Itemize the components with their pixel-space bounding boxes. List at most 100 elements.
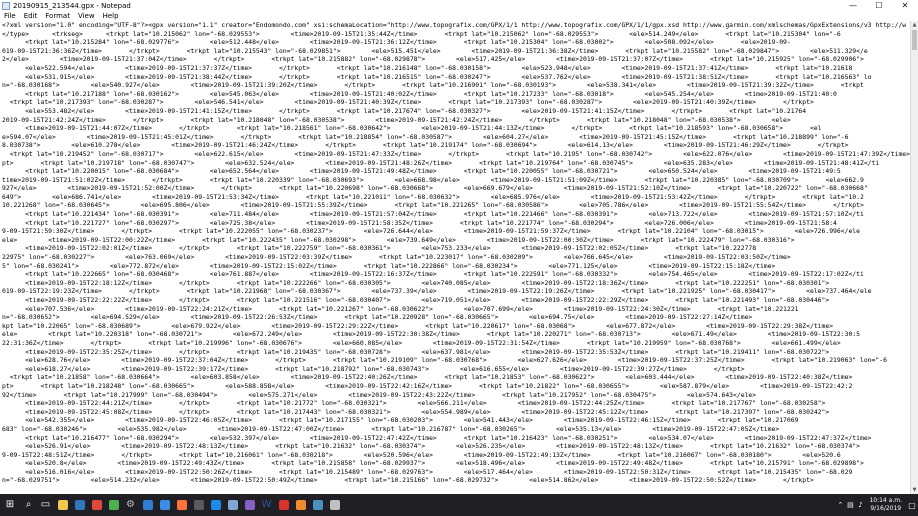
text-line: n="-68.030168"> <ele>540.927</ele> <time… <box>2 81 864 90</box>
menu-file[interactable]: File <box>0 12 20 20</box>
text-line: pt> <trkpt lat="10.218248" lon="-68.0306… <box>2 381 853 390</box>
close-button[interactable]: ✕ <box>892 0 918 11</box>
text-line: <ele>531.915</ele> <time>2019-09-15T21:3… <box>2 72 872 81</box>
app-circle-shape <box>193 500 204 510</box>
app-pen-icon[interactable] <box>326 494 343 516</box>
text-line: <trkpt lat="10.217188" lon="-68.030162">… <box>2 89 837 98</box>
notepad-app-shape <box>227 500 238 510</box>
scrollbar-thumb[interactable] <box>912 30 917 50</box>
minimize-button[interactable]: — <box>840 0 866 11</box>
tray-chevron-icon[interactable]: ⌃ <box>835 501 845 509</box>
windows-start-glyph: ⊞ <box>5 499 15 510</box>
text-line: 22:31:36Z</time> </trkpt> <trkpt lat="10… <box>2 338 841 347</box>
app-orange-shape <box>295 500 306 510</box>
network-icon[interactable]: ▤ <box>845 501 855 509</box>
text-line: 10.221268" lon="-68.030645"> <ele>695.80… <box>2 201 864 210</box>
app-circle-icon[interactable] <box>190 494 207 516</box>
chrome-shape <box>91 500 102 510</box>
notification-icon[interactable]: ▢ <box>906 501 918 510</box>
word-glyph: W <box>261 499 272 510</box>
text-line: <trkpt lat="10.216477" lon="-68.030294">… <box>2 433 872 442</box>
app-globe-icon[interactable] <box>139 494 156 516</box>
text-line: 9-09-15T22:48:51Z</time> </trkpt> <trkpt… <box>2 450 841 459</box>
window-controls: — ☐ ✕ <box>840 0 918 11</box>
visual-studio-icon[interactable] <box>241 494 258 516</box>
text-line: 683" lon="-68.030246"> <ele>535.982</ele… <box>2 424 780 433</box>
text-line: 22975" lon="-68.030227"> <ele>763.069</e… <box>2 253 791 262</box>
text-line: 649"> <ele>686.741</ele> <time>2019-09-1… <box>2 192 864 201</box>
text-line: 92</time> <trkpt lat="10.217999" lon="-6… <box>2 390 757 399</box>
text-line: 8.030738"> <ele>610.278</ele> <time>2019… <box>2 141 849 150</box>
menu-format[interactable]: Format <box>41 12 74 20</box>
chrome-icon[interactable] <box>88 494 105 516</box>
acrobat-icon[interactable] <box>275 494 292 516</box>
window-title: 20190915_213544.gpx - Notepad <box>13 1 131 10</box>
task-view-icon[interactable]: ▭ <box>37 494 54 516</box>
windows-start-icon[interactable]: ⊞ <box>0 494 20 516</box>
app-monitor-icon[interactable] <box>309 494 326 516</box>
text-line: e>594.07</ele> <time>2019-09-15T21:45:01… <box>2 132 849 141</box>
scroll-down-icon[interactable]: ▼ <box>911 486 918 494</box>
search-icon[interactable]: ⌕ <box>20 494 37 516</box>
scroll-up-icon[interactable]: ▲ <box>911 21 918 29</box>
text-line: 927</ele> <time>2019-09-15T21:52:00Z</ti… <box>2 184 868 193</box>
search-glyph: ⌕ <box>25 499 32 510</box>
app-blue-shape <box>210 500 221 510</box>
text-line: 2</ele> <time>2019-09-15T21:37:04Z</time… <box>2 55 864 64</box>
text-line: ele> <time>2019-09-15T22:00:22Z</time> <… <box>2 235 795 244</box>
notepad-icon <box>2 1 10 10</box>
visual-studio-shape <box>244 500 255 510</box>
text-line: 019-09-15T21:36:36Z</time> </trkpt> <trk… <box>2 46 868 55</box>
app-monitor-shape <box>312 500 323 510</box>
text-line: <trkpt lat="10.220015" lon="-68.030684">… <box>2 167 841 176</box>
text-line: <ele>618.27</ele> <time>2019-09-15T22:39… <box>2 364 745 373</box>
text-line: 9-09-15T21:59:30Z</time> </trkpt> <trkpt… <box>2 227 860 236</box>
text-line: </type> <trkseg> <trkpt lat="10.215062" … <box>2 29 841 38</box>
menu-bar: File Edit Format View Help <box>0 11 918 21</box>
menu-help[interactable]: Help <box>99 12 123 20</box>
text-line: <time>2019-09-15T22:44:21Z</time> </trkp… <box>2 399 826 408</box>
text-line: <ele>553.482</ele> <time>2019-09-15T21:4… <box>2 106 807 115</box>
text-line: <?xml version="1.0" encoding="UTF-8"?><g… <box>2 21 907 29</box>
text-line: <trkpt lat="10.221727" lon="-68.030297">… <box>2 218 837 227</box>
notepad-app-icon[interactable] <box>224 494 241 516</box>
text-editor-area[interactable]: <?xml version="1.0" encoding="UTF-8"?><g… <box>0 21 910 494</box>
app-green-icon[interactable] <box>105 494 122 516</box>
maximize-button[interactable]: ☐ <box>866 0 892 11</box>
word-icon[interactable]: W <box>258 494 275 516</box>
text-line: <ele>628.76</ele> <time>2019-09-15T22:37… <box>2 356 887 365</box>
text-line: <time>2019-09-15T22:22:22Z</time> </trkp… <box>2 296 830 304</box>
vertical-scrollbar[interactable]: ▲ ▼ <box>910 21 918 494</box>
edge-shape <box>74 500 85 510</box>
text-line: <time>2019-09-15T22:18:12Z</time> </trkp… <box>2 278 830 287</box>
text-line: <time>2019-09-15T22:35:25Z</time> </trkp… <box>2 347 830 356</box>
acrobat-shape <box>278 500 289 510</box>
app-pen-shape <box>329 500 340 510</box>
text-line: <trkpt lat="10.221434" lon="-68.030391">… <box>2 210 864 219</box>
volume-icon[interactable]: ♪ <box>855 501 865 509</box>
menu-edit[interactable]: Edit <box>20 12 42 20</box>
app-blue-icon[interactable] <box>207 494 224 516</box>
firefox-shape <box>176 500 187 510</box>
app-orange-icon[interactable] <box>292 494 309 516</box>
text-line: 5" lon="-68.030241"> <ele>772.872</ele> … <box>2 261 776 270</box>
text-line: <trkpt lat="10.217393" lon="-68.030287">… <box>2 98 814 107</box>
app-globe-shape <box>142 500 153 510</box>
app-store-icon[interactable] <box>156 494 173 516</box>
text-line: <ele>707.536</ele> <time>2019-09-15T22:2… <box>2 304 799 313</box>
text-line: <ele>520.8</ele> <time>2019-09-15T22:49:… <box>2 459 864 468</box>
text-line: <trkpt lat="10.215284" lon="-68.029776">… <box>2 38 791 47</box>
clock-time: 10:14 a.m. <box>869 497 902 504</box>
app-gear-icon[interactable]: ⚙ <box>122 494 139 516</box>
system-tray: ⌃ ▤ ♪ 10:14 a.m. 9/16/2019 ▢ <box>835 494 918 516</box>
text-line: <ele>542.355</ele> <time>2019-09-15T22:4… <box>2 416 799 425</box>
text-line: <trkpt lat="10.222665" lon="-68.030468">… <box>2 270 864 279</box>
menu-view[interactable]: View <box>74 12 99 20</box>
edge-icon[interactable] <box>71 494 88 516</box>
task-view-glyph: ▭ <box>40 499 51 510</box>
file-explorer-icon[interactable] <box>54 494 71 516</box>
clock[interactable]: 10:14 a.m. 9/16/2019 <box>865 497 906 513</box>
firefox-icon[interactable] <box>173 494 190 516</box>
taskbar-apps: ⊞ ⌕ ▭ ⚙ W <box>0 494 343 516</box>
app-green-shape <box>108 500 119 510</box>
